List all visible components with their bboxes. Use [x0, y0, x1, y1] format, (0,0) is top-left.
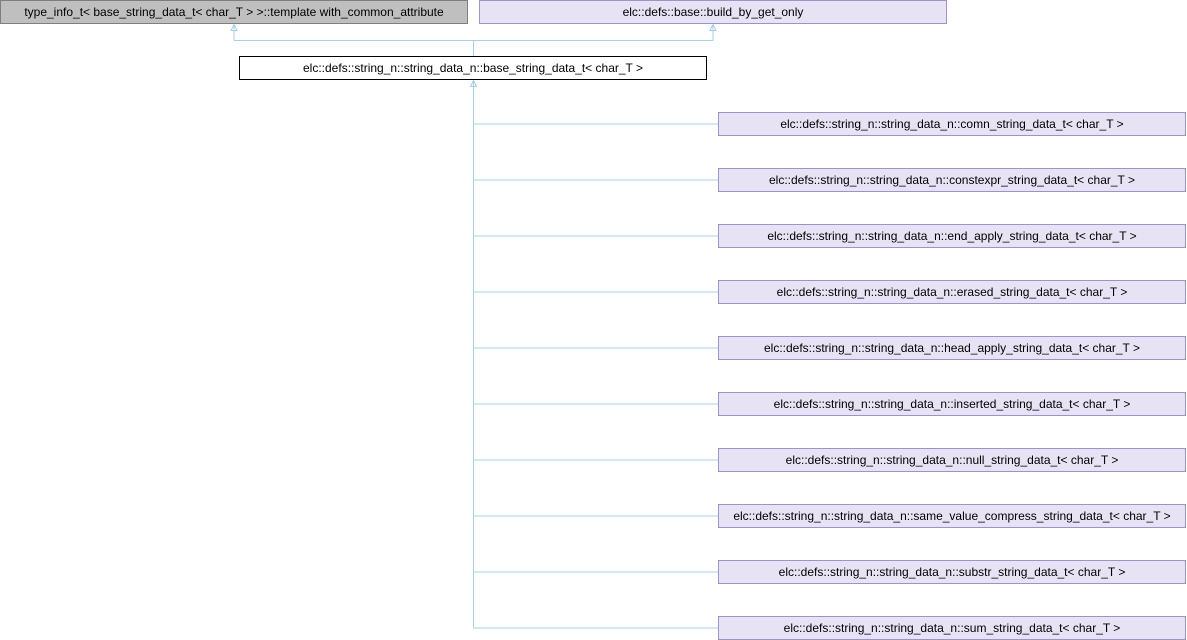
derived-class-1[interactable]: elc::defs::string_n::string_data_n::cons… [718, 168, 1186, 192]
derived-class-3-label: elc::defs::string_n::string_data_n::eras… [777, 285, 1128, 299]
derived-class-0-label: elc::defs::string_n::string_data_n::comn… [780, 117, 1123, 131]
derived-class-7[interactable]: elc::defs::string_n::string_data_n::same… [718, 504, 1186, 528]
current-class-label: elc::defs::string_n::string_data_n::base… [303, 61, 643, 75]
derived-class-5-label: elc::defs::string_n::string_data_n::inse… [774, 397, 1131, 411]
derived-class-8[interactable]: elc::defs::string_n::string_data_n::subs… [718, 560, 1186, 584]
derived-class-9[interactable]: elc::defs::string_n::string_data_n::sum_… [718, 616, 1186, 640]
derived-class-3[interactable]: elc::defs::string_n::string_data_n::eras… [718, 280, 1186, 304]
derived-class-0[interactable]: elc::defs::string_n::string_data_n::comn… [718, 112, 1186, 136]
base-class-external: type_info_t< base_string_data_t< char_T … [0, 0, 468, 24]
derived-class-2[interactable]: elc::defs::string_n::string_data_n::end_… [718, 224, 1186, 248]
derived-class-6[interactable]: elc::defs::string_n::string_data_n::null… [718, 448, 1186, 472]
derived-class-5[interactable]: elc::defs::string_n::string_data_n::inse… [718, 392, 1186, 416]
derived-class-4-label: elc::defs::string_n::string_data_n::head… [764, 341, 1140, 355]
inheritance-diagram: type_info_t< base_string_data_t< char_T … [0, 0, 1186, 640]
derived-class-1-label: elc::defs::string_n::string_data_n::cons… [769, 173, 1135, 187]
base-class-build-by-get-only-label: elc::defs::base::build_by_get_only [623, 5, 804, 19]
derived-class-8-label: elc::defs::string_n::string_data_n::subs… [779, 565, 1126, 579]
derived-class-4[interactable]: elc::defs::string_n::string_data_n::head… [718, 336, 1186, 360]
inheritance-edges [230, 23, 719, 629]
base-class-external-label: type_info_t< base_string_data_t< char_T … [24, 5, 444, 19]
derived-class-6-label: elc::defs::string_n::string_data_n::null… [786, 453, 1119, 467]
base-class-build-by-get-only[interactable]: elc::defs::base::build_by_get_only [479, 0, 947, 24]
class-nodes: type_info_t< base_string_data_t< char_T … [0, 0, 1186, 640]
current-class: elc::defs::string_n::string_data_n::base… [239, 56, 707, 80]
derived-class-9-label: elc::defs::string_n::string_data_n::sum_… [784, 621, 1121, 635]
derived-class-2-label: elc::defs::string_n::string_data_n::end_… [767, 229, 1136, 243]
derived-class-7-label: elc::defs::string_n::string_data_n::same… [733, 509, 1170, 523]
